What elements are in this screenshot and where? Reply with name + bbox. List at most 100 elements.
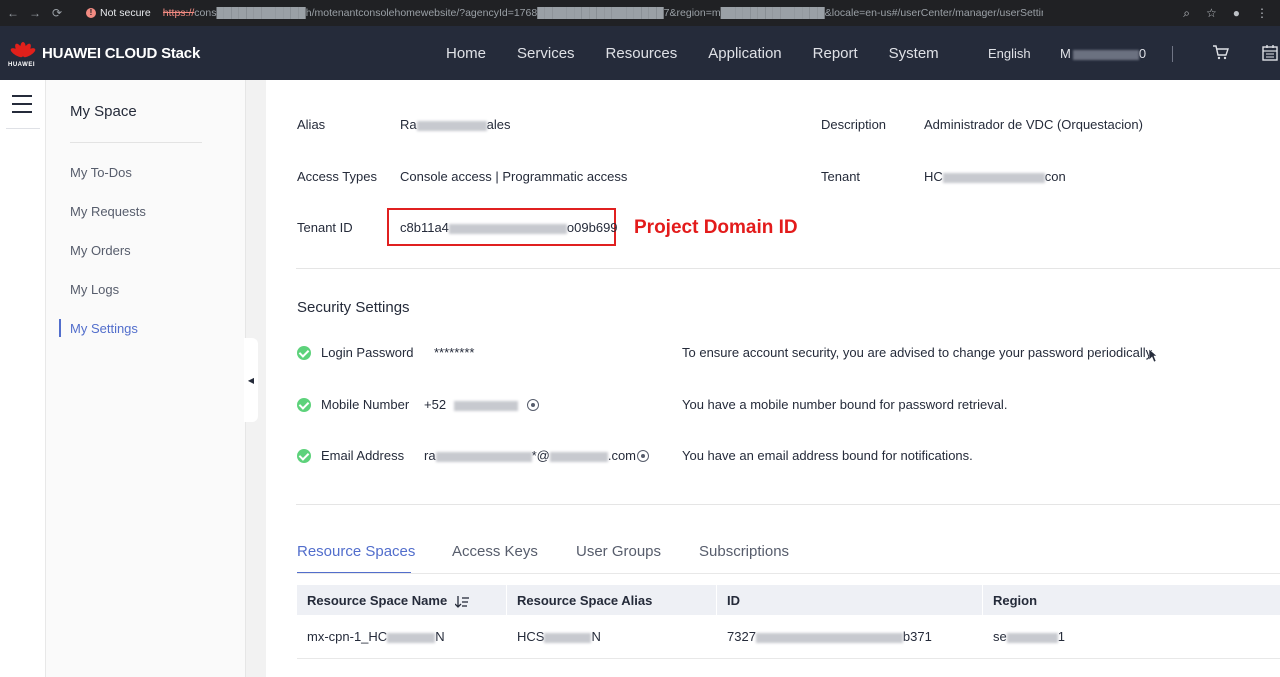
- email-domain-end: .com: [607, 448, 636, 463]
- email-prefix: ra: [424, 448, 436, 463]
- tabs-divider: [297, 573, 1280, 574]
- profile-icon[interactable]: ●: [1233, 6, 1240, 20]
- cell-region-suffix: 1: [1057, 629, 1065, 644]
- security-indicator[interactable]: ! Not secure: [86, 7, 151, 19]
- top-navigation: HUAWEI HUAWEI CLOUD Stack Home Services …: [0, 26, 1280, 80]
- email-at: *@: [531, 448, 550, 463]
- cell-alias-prefix: HCS: [517, 629, 545, 644]
- back-arrow-icon[interactable]: ←: [2, 6, 24, 20]
- side-menu: My Space My To-Dos My Requests My Orders…: [46, 80, 246, 677]
- cell-id-suffix: b371: [902, 629, 932, 644]
- menu-system[interactable]: System: [889, 45, 939, 62]
- login-password-hint: To ensure account security, you are advi…: [682, 345, 1155, 360]
- side-item-my-requests[interactable]: My Requests: [70, 204, 146, 219]
- email-address-hint: You have an email address bound for noti…: [682, 448, 973, 463]
- user-menu[interactable]: M0: [1060, 46, 1146, 61]
- tenant-id-suffix: o09b699: [566, 220, 618, 235]
- show-value-eye-icon[interactable]: [637, 450, 649, 462]
- mobile-number-hint: You have a mobile number bound for passw…: [682, 397, 1008, 412]
- section-divider: [296, 504, 1280, 505]
- column-header-region: Region: [993, 593, 1038, 608]
- browser-menu-icon[interactable]: ⋮: [1256, 6, 1268, 20]
- logo-subtext: HUAWEI: [8, 62, 35, 68]
- show-value-eye-icon[interactable]: [527, 399, 539, 411]
- tenant-id-value: c8b11a4 o09b699: [400, 220, 618, 235]
- access-types-label: Access Types: [297, 169, 377, 184]
- tenant-suffix: con: [1044, 169, 1066, 184]
- login-password-value: ********: [434, 345, 475, 360]
- redacted-block: [387, 632, 436, 643]
- security-settings-title: Security Settings: [297, 299, 410, 316]
- menu-application[interactable]: Application: [708, 45, 781, 62]
- column-header-id: ID: [727, 593, 740, 608]
- rail-divider: [6, 128, 40, 129]
- mobile-number-value: +52: [424, 397, 519, 412]
- email-address-value: ra *@ .com: [424, 448, 636, 463]
- side-menu-divider: [70, 142, 202, 143]
- redacted-block: [1006, 632, 1058, 643]
- redacted-block: [755, 632, 903, 643]
- main-menu: Home Services Resources Application Repo…: [446, 26, 970, 80]
- redacted-block: [454, 400, 519, 411]
- collapse-sidebar-button[interactable]: ◀: [244, 338, 258, 422]
- tenant-id-label: Tenant ID: [297, 220, 353, 235]
- column-name-label: Resource Space Name: [307, 593, 448, 608]
- forward-arrow-icon[interactable]: →: [24, 6, 46, 20]
- column-header-name[interactable]: Resource Space Name: [307, 593, 470, 608]
- redacted-block: [435, 451, 532, 462]
- cell-region-prefix: se: [993, 629, 1007, 644]
- alias-value: Ra ales: [400, 117, 510, 132]
- mobile-number-prefix: +52: [424, 397, 447, 412]
- huawei-logo[interactable]: HUAWEI HUAWEI CLOUD Stack: [8, 40, 201, 68]
- menu-resources[interactable]: Resources: [606, 45, 678, 62]
- browser-toolbar: ← → ⟳ ! Not secure https://cons█████████…: [0, 0, 1280, 26]
- side-item-my-logs[interactable]: My Logs: [70, 282, 119, 297]
- access-types-value: Console access | Programmatic access: [400, 169, 628, 184]
- column-separator: [982, 585, 983, 615]
- bookmark-star-icon[interactable]: ☆: [1206, 6, 1217, 20]
- alias-label: Alias: [297, 117, 326, 132]
- tenant-id-prefix: c8b11a4: [400, 220, 449, 235]
- redacted-block: [448, 223, 567, 234]
- language-selector[interactable]: English: [988, 46, 1031, 61]
- main-content: Alias Ra ales Description Administrador d…: [266, 80, 1280, 677]
- logo-text: HUAWEI CLOUD Stack: [42, 44, 201, 62]
- check-circle-icon: [297, 449, 311, 463]
- cart-icon[interactable]: [1212, 45, 1229, 60]
- side-item-my-todos[interactable]: My To-Dos: [70, 165, 132, 180]
- cell-alias-suffix: N: [591, 629, 601, 644]
- side-menu-title: My Space: [70, 103, 137, 120]
- menu-report[interactable]: Report: [813, 45, 858, 62]
- active-indicator: [59, 319, 61, 337]
- mouse-cursor-icon: [1149, 349, 1157, 362]
- huawei-flower-icon: HUAWEI: [8, 40, 38, 68]
- cell-name-suffix: N: [435, 629, 445, 644]
- redacted-block: [549, 451, 608, 462]
- tab-user-groups[interactable]: User Groups: [576, 543, 661, 560]
- hamburger-menu-icon[interactable]: [12, 95, 32, 119]
- tenant-label: Tenant: [821, 169, 861, 184]
- tenant-prefix: HC: [924, 169, 943, 184]
- zoom-icon[interactable]: ⌕: [1183, 6, 1190, 21]
- menu-services[interactable]: Services: [517, 45, 575, 62]
- cell-alias: HCS N: [517, 629, 601, 644]
- side-item-my-orders[interactable]: My Orders: [70, 243, 131, 258]
- left-rail: [0, 80, 46, 677]
- reload-icon[interactable]: ⟳: [46, 6, 68, 20]
- check-circle-icon: [297, 398, 311, 412]
- tab-subscriptions[interactable]: Subscriptions: [699, 543, 789, 560]
- tab-resource-spaces[interactable]: Resource Spaces: [297, 543, 415, 560]
- email-address-label: Email Address: [321, 448, 405, 463]
- section-divider: [296, 268, 1280, 269]
- cell-region: se 1: [993, 629, 1065, 644]
- tab-access-keys[interactable]: Access Keys: [452, 543, 538, 560]
- table-header: Resource Space Name Resource Space Alias…: [297, 585, 1280, 615]
- security-label: Not secure: [100, 7, 151, 19]
- sort-icon[interactable]: [455, 595, 470, 608]
- address-bar[interactable]: https://cons████████████h/motenantconsol…: [163, 7, 1043, 19]
- table-row-divider: [297, 658, 1280, 659]
- side-item-my-settings[interactable]: My Settings: [70, 321, 138, 336]
- menu-home[interactable]: Home: [446, 45, 486, 62]
- calendar-icon[interactable]: [1262, 44, 1278, 61]
- url-path: cons████████████h/motenantconsolehomeweb…: [194, 7, 1043, 19]
